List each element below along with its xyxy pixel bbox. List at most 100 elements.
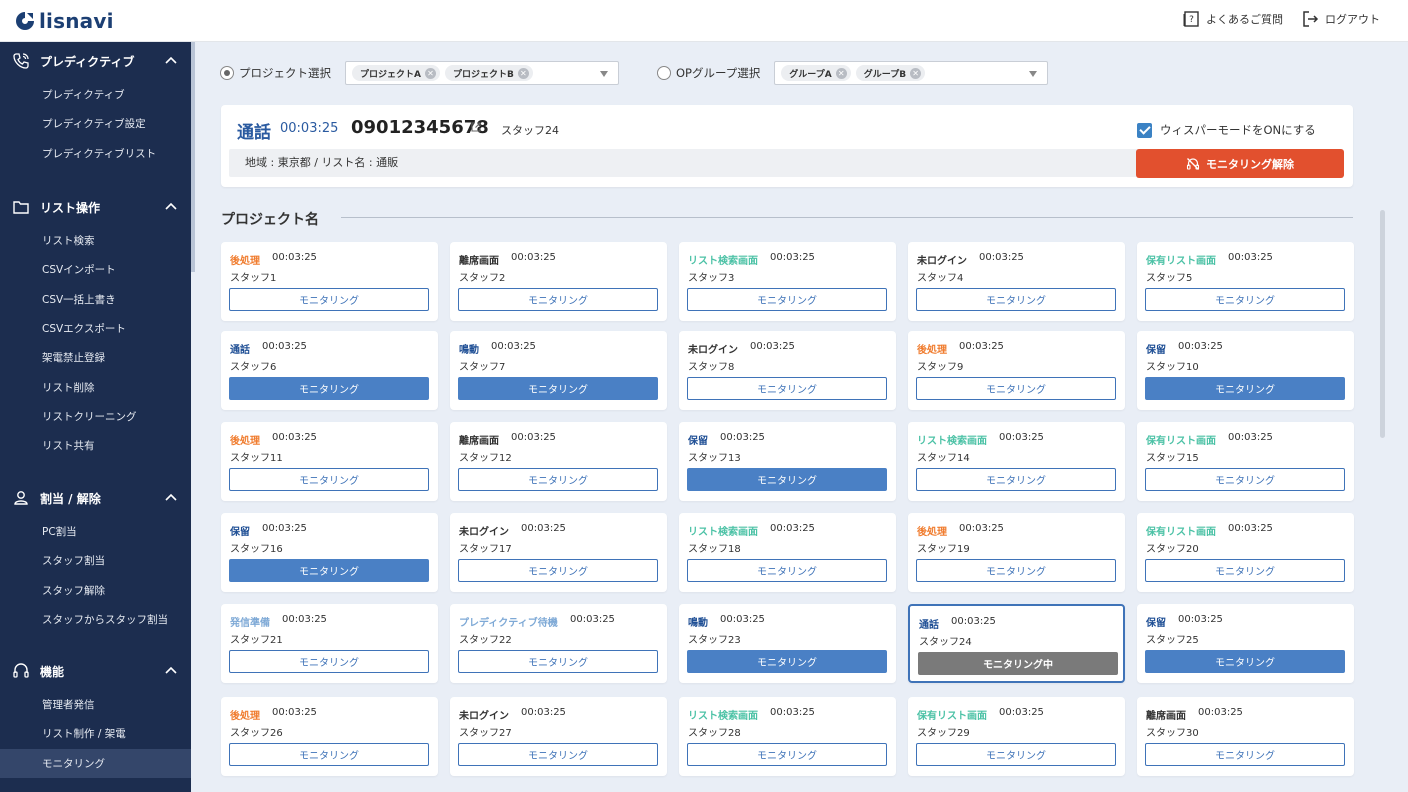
monitoring-button[interactable]: モニタリング中 (918, 652, 1118, 675)
project-radio[interactable]: プロジェクト選択 (220, 65, 331, 81)
monitoring-button[interactable]: モニタリング (916, 468, 1116, 491)
chevron-up-icon[interactable] (165, 665, 177, 677)
sidebar-item-call-ban[interactable]: 架電禁止登録 (0, 343, 191, 372)
dropdown-arrow-icon[interactable] (600, 71, 608, 77)
monitoring-button[interactable]: モニタリング (458, 743, 658, 766)
staff-card[interactable]: 未ログイン 00:03:25 スタッフ4 モニタリング (908, 242, 1125, 321)
sidebar-item-predictive-list[interactable]: プレディクティブリスト (0, 139, 191, 168)
group-select[interactable]: グループA ✕ グループB ✕ (774, 61, 1049, 85)
monitoring-button[interactable]: モニタリング (1145, 743, 1345, 766)
sidebar-item-pc-assign[interactable]: PC割当 (0, 517, 191, 546)
monitoring-button[interactable]: モニタリング (229, 743, 429, 766)
logout-link[interactable]: ログアウト (1301, 10, 1380, 28)
faq-link[interactable]: ? よくあるご質問 (1182, 10, 1283, 28)
staff-card[interactable]: 未ログイン 00:03:25 スタッフ17 モニタリング (450, 513, 667, 592)
logo[interactable]: lisnavi (14, 9, 114, 33)
monitoring-button[interactable]: モニタリング (687, 468, 887, 491)
whisper-checkbox[interactable] (1137, 122, 1152, 138)
chip-remove-icon[interactable]: ✕ (424, 67, 436, 79)
monitoring-button[interactable]: モニタリング (916, 559, 1116, 582)
staff-card[interactable]: 保有リスト画面 00:03:25 スタッフ20 モニタリング (1137, 513, 1354, 592)
monitoring-button[interactable]: モニタリング (916, 377, 1116, 400)
sidebar-item-monitoring[interactable]: モニタリング (0, 748, 191, 778)
sidebar-item-list-delete[interactable]: リスト削除 (0, 372, 191, 401)
whisper-toggle[interactable]: ウィスパーモードをONにする (1137, 122, 1316, 138)
monitoring-button[interactable]: モニタリング (687, 650, 887, 673)
sidebar-item-staff-to-staff[interactable]: スタッフからスタッフ割当 (0, 605, 191, 634)
external-link-icon[interactable] (470, 121, 482, 133)
sidebar-item-list-create[interactable]: リスト制作 / 架電 (0, 719, 191, 748)
sidebar-section-head[interactable]: 機能 (0, 652, 191, 690)
sidebar-item-csv-overwrite[interactable]: CSV一括上書き (0, 285, 191, 314)
monitoring-button[interactable]: モニタリング (458, 650, 658, 673)
release-monitoring-button[interactable]: モニタリング解除 (1136, 149, 1344, 178)
chip-remove-icon[interactable]: ✕ (910, 67, 922, 79)
chevron-up-icon[interactable] (165, 492, 177, 504)
dropdown-arrow-icon[interactable] (1029, 71, 1038, 77)
staff-card[interactable]: リスト検索画面 00:03:25 スタッフ3 モニタリング (679, 242, 896, 321)
sidebar-item-csv-import[interactable]: CSVインポート (0, 255, 191, 284)
sidebar-section-head[interactable]: リスト操作 (0, 188, 191, 226)
main-scrollbar[interactable] (1380, 210, 1385, 438)
sidebar-item-csv-export[interactable]: CSVエクスポート (0, 314, 191, 343)
staff-card[interactable]: リスト検索画面 00:03:25 スタッフ18 モニタリング (679, 513, 896, 592)
sidebar-item-staff-assign[interactable]: スタッフ割当 (0, 546, 191, 575)
staff-card[interactable]: 離席画面 00:03:25 スタッフ30 モニタリング (1137, 697, 1354, 776)
monitoring-button[interactable]: モニタリング (458, 288, 658, 311)
project-radio-button[interactable] (220, 66, 234, 80)
staff-card[interactable]: 後処理 00:03:25 スタッフ1 モニタリング (221, 242, 438, 321)
staff-card[interactable]: 離席画面 00:03:25 スタッフ12 モニタリング (450, 422, 667, 501)
monitoring-button[interactable]: モニタリング (1145, 377, 1345, 400)
staff-card[interactable]: 未ログイン 00:03:25 スタッフ8 モニタリング (679, 331, 896, 410)
sidebar-item-predictive[interactable]: プレディクティブ (0, 80, 191, 109)
staff-card[interactable]: 通話 00:03:25 スタッフ24 モニタリング中 (908, 604, 1125, 683)
monitoring-button[interactable]: モニタリング (458, 468, 658, 491)
monitoring-button[interactable]: モニタリング (1145, 650, 1345, 673)
monitoring-button[interactable]: モニタリング (687, 743, 887, 766)
staff-card[interactable]: 保留 00:03:25 スタッフ25 モニタリング (1137, 604, 1354, 683)
staff-card[interactable]: 保有リスト画面 00:03:25 スタッフ29 モニタリング (908, 697, 1125, 776)
staff-card[interactable]: 保有リスト画面 00:03:25 スタッフ5 モニタリング (1137, 242, 1354, 321)
staff-card[interactable]: 保有リスト画面 00:03:25 スタッフ15 モニタリング (1137, 422, 1354, 501)
sidebar-item-list-cleaning[interactable]: リストクリーニング (0, 402, 191, 431)
monitoring-button[interactable]: モニタリング (458, 377, 658, 400)
project-select[interactable]: プロジェクトA ✕ プロジェクトB ✕ (345, 61, 619, 85)
sidebar-item-list-search[interactable]: リスト検索 (0, 226, 191, 255)
staff-card[interactable]: 鳴動 00:03:25 スタッフ7 モニタリング (450, 331, 667, 410)
monitoring-button[interactable]: モニタリング (687, 559, 887, 582)
group-radio[interactable]: OPグループ選択 (657, 65, 760, 81)
monitoring-button[interactable]: モニタリング (1145, 559, 1345, 582)
monitoring-button[interactable]: モニタリング (229, 650, 429, 673)
staff-card[interactable]: 保留 00:03:25 スタッフ10 モニタリング (1137, 331, 1354, 410)
staff-card[interactable]: 保留 00:03:25 スタッフ13 モニタリング (679, 422, 896, 501)
monitoring-button[interactable]: モニタリング (229, 559, 429, 582)
monitoring-button[interactable]: モニタリング (916, 743, 1116, 766)
monitoring-button[interactable]: モニタリング (229, 468, 429, 491)
monitoring-button[interactable]: モニタリング (687, 377, 887, 400)
staff-card[interactable]: 離席画面 00:03:25 スタッフ2 モニタリング (450, 242, 667, 321)
chip-remove-icon[interactable]: ✕ (517, 67, 529, 79)
sidebar-item-admin-call[interactable]: 管理者発信 (0, 690, 191, 719)
sidebar-item-list-share[interactable]: リスト共有 (0, 431, 191, 460)
staff-card[interactable]: 鳴動 00:03:25 スタッフ23 モニタリング (679, 604, 896, 683)
chip-remove-icon[interactable]: ✕ (835, 67, 847, 79)
sidebar-section-head[interactable]: プレディクティブ (0, 42, 191, 80)
sidebar-item-predictive-settings[interactable]: プレディクティブ設定 (0, 109, 191, 138)
group-radio-button[interactable] (657, 66, 671, 80)
staff-card[interactable]: リスト検索画面 00:03:25 スタッフ14 モニタリング (908, 422, 1125, 501)
staff-card[interactable]: リスト検索画面 00:03:25 スタッフ28 モニタリング (679, 697, 896, 776)
staff-card[interactable]: 通話 00:03:25 スタッフ6 モニタリング (221, 331, 438, 410)
staff-card[interactable]: プレディクティブ待機 00:03:25 スタッフ22 モニタリング (450, 604, 667, 683)
staff-card[interactable]: 保留 00:03:25 スタッフ16 モニタリング (221, 513, 438, 592)
staff-card[interactable]: 発信準備 00:03:25 スタッフ21 モニタリング (221, 604, 438, 683)
monitoring-button[interactable]: モニタリング (229, 288, 429, 311)
sidebar-section-head[interactable]: 割当 / 解除 (0, 479, 191, 517)
sidebar-item-staff-release[interactable]: スタッフ解除 (0, 576, 191, 605)
staff-card[interactable]: 未ログイン 00:03:25 スタッフ27 モニタリング (450, 697, 667, 776)
chevron-up-icon[interactable] (165, 201, 177, 213)
monitoring-button[interactable]: モニタリング (916, 288, 1116, 311)
monitoring-button[interactable]: モニタリング (458, 559, 658, 582)
monitoring-button[interactable]: モニタリング (229, 377, 429, 400)
monitoring-button[interactable]: モニタリング (687, 288, 887, 311)
monitoring-button[interactable]: モニタリング (1145, 468, 1345, 491)
